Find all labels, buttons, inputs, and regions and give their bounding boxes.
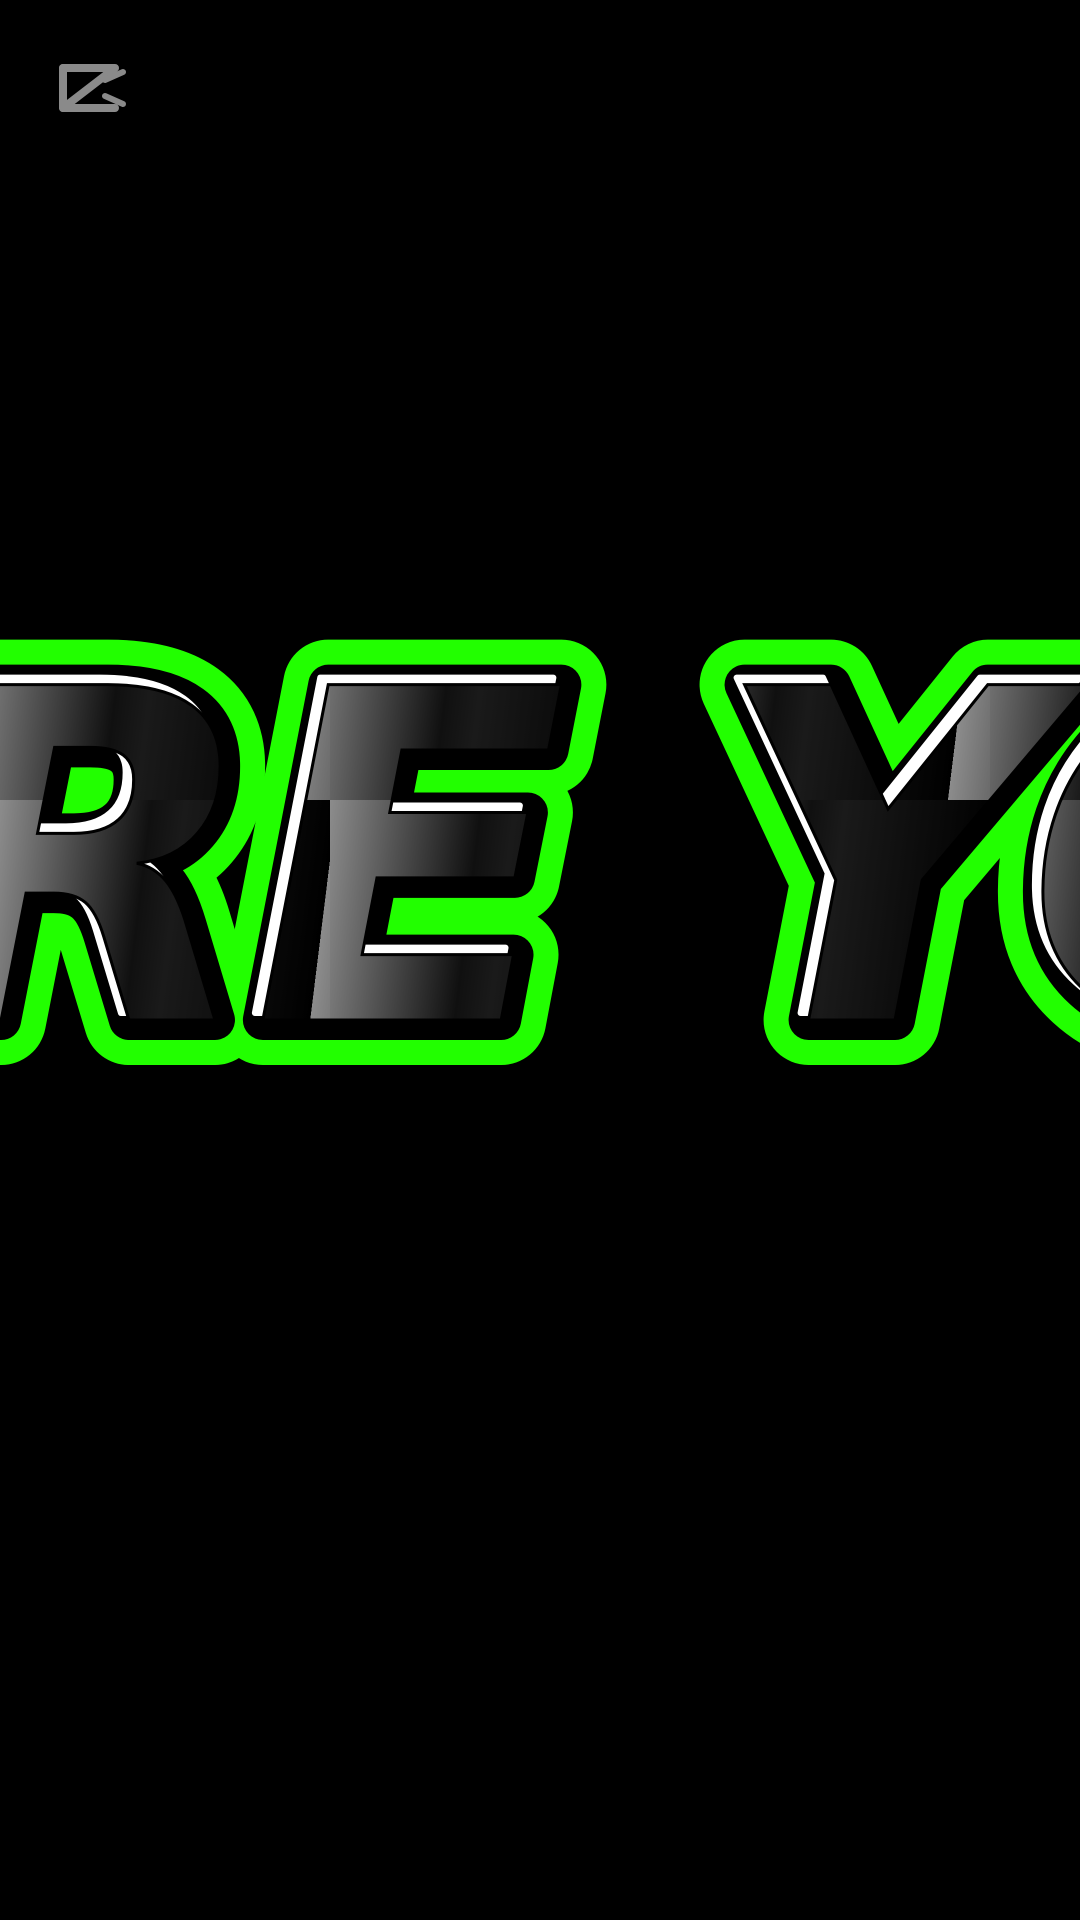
title-fill: RE YO (0, 594, 1080, 1129)
title-text-art: RE YO RE YO RE YO RE YO (0, 0, 1080, 1920)
